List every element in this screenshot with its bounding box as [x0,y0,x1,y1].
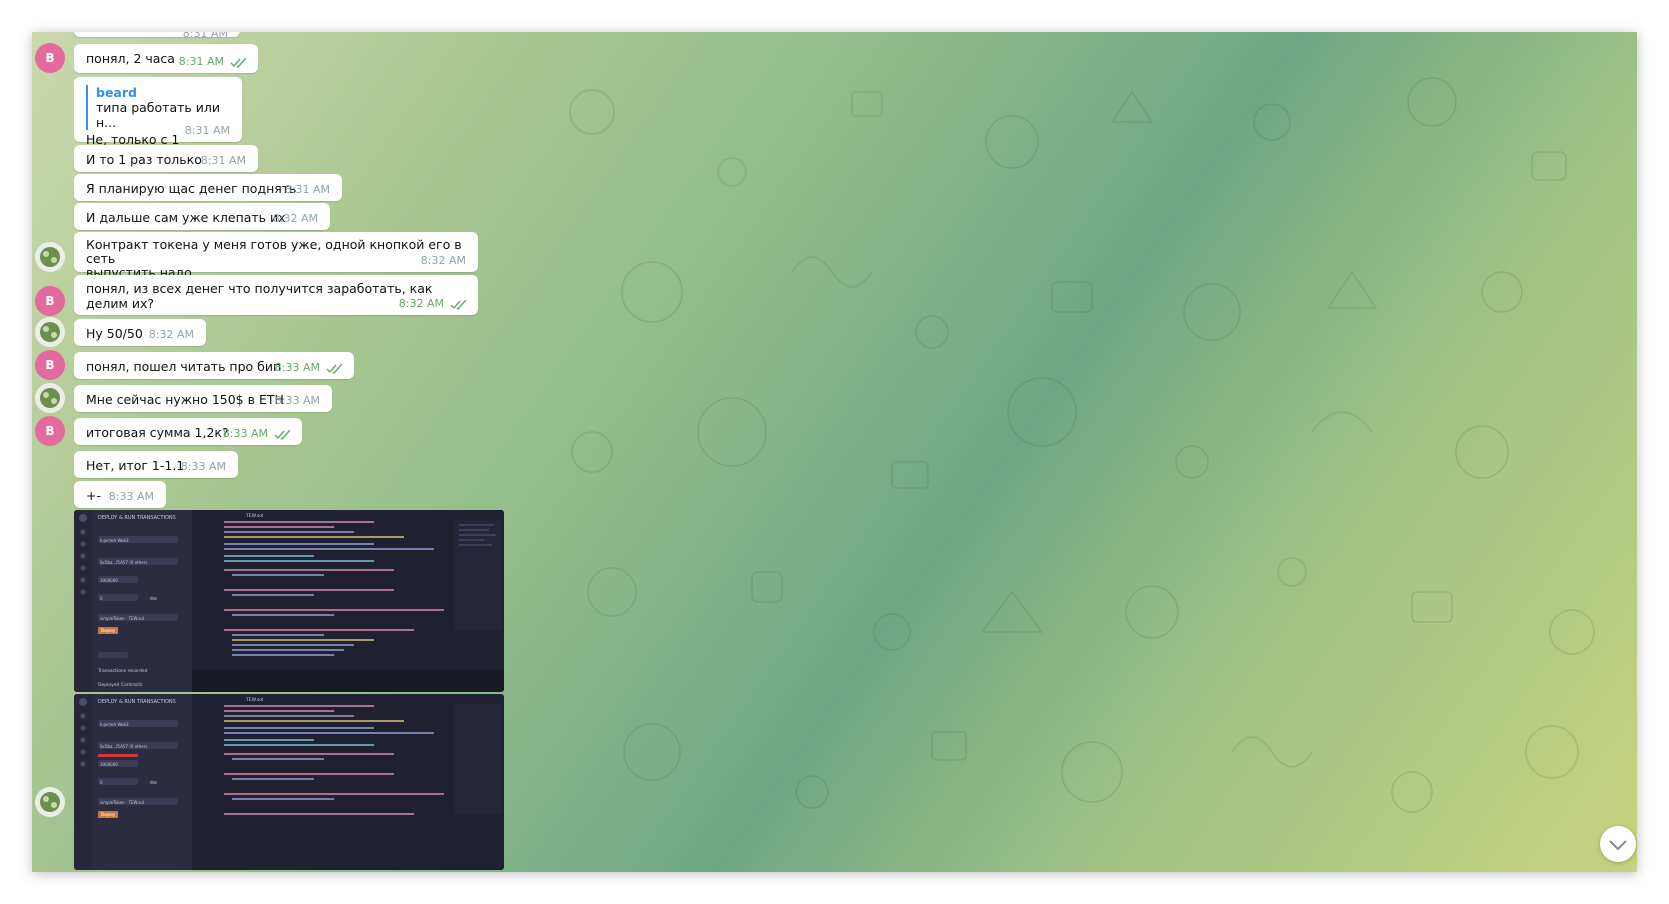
avatar[interactable] [35,317,65,347]
screenshot-gas-limit: 3000000 [100,762,118,767]
reply-author: beard [96,85,137,100]
scroll-to-bottom-button[interactable] [1600,826,1636,862]
avatar-image-icon [40,247,60,267]
message-bubble-outgoing[interactable]: понял, пошел читать про бип 8:33 AM [74,352,354,379]
screenshot-value-unit: Wei [150,596,157,601]
screenshot-transactions: Transactions recorded [97,668,148,674]
message-bubble[interactable]: Ну 50/50 8:32 AM [74,319,206,346]
screenshot-gas-limit: 3000000 [100,578,118,583]
screenshot-file-tab: TEW.sol [245,697,263,703]
message-bubble[interactable]: +- 8:33 AM [74,481,166,508]
remix-ide-screenshot: DEPLOY & RUN TRANSACTIONS Injected Web3 … [74,510,504,692]
message-bubble-outgoing[interactable]: понял, из всех денег что получится зараб… [74,275,478,315]
screenshot-environment: Injected Web3 [100,538,129,543]
message-time: 8:31 AM [200,154,246,167]
screenshot-deploy: Deploy [101,812,116,817]
screenshot-value-unit: Wei [150,780,157,785]
message-text-line-1: Контракт токена у меня готов уже, одной … [86,237,462,266]
message-time: 8:31 AM [178,55,224,68]
message-time: 8:33 AM [222,427,268,440]
message-text: итоговая сумма 1,2к? [86,425,229,440]
message-bubble-outgoing[interactable]: итоговая сумма 1,2к? 8:33 AM [74,418,302,445]
photo-attachment[interactable]: DEPLOY & RUN TRANSACTIONS Injected Web3 … [74,510,504,692]
message-text: Ну 50/50 [86,326,143,341]
avatar[interactable] [35,383,65,413]
message-text: понял, 2 часа [86,51,175,66]
message-time: 8:32 AM [398,297,444,310]
message-bubble[interactable]: И то 1 раз только 8:31 AM [74,145,258,172]
avatar[interactable]: B [35,416,65,446]
screenshot-panel-title: DEPLOY & RUN TRANSACTIONS [98,515,176,521]
message-text: +- [86,488,101,503]
screenshot-account: 0x5ba...f1A57 (0 ether) [100,744,147,749]
message-time: 8:31 AM [284,183,330,196]
message-time: 8:32 AM [420,254,466,267]
avatar[interactable]: B [35,350,65,380]
message-time: 8:32 AM [272,212,318,225]
double-check-icon [450,300,467,310]
photo-attachment[interactable]: DEPLOY & RUN TRANSACTIONS Injected Web3 … [74,694,504,870]
message-text: И дальше сам уже клепать их [86,210,286,225]
message-time: 8:33 AM [108,490,154,503]
message-text: Нет, итог 1-1.1 [86,458,185,473]
message-bubble[interactable]: И дальше сам уже клепать их 8:32 AM [74,203,330,230]
double-check-icon [326,364,343,374]
message-text: понял, из всех денег что получится зараб… [86,281,433,311]
message-time: 8:32 AM [148,328,194,341]
message-bubble[interactable]: Я планирую щас денег поднять 8:31 AM [74,174,342,201]
message-time: 8:33 AM [274,361,320,374]
chevron-down-icon [1609,840,1627,851]
screenshot-contract: simpleToken - TEW.sol [100,800,144,805]
screenshot-deployed: Deployed Contracts [98,682,143,688]
screenshot-account: 0x5ba...f1A57 (0 ether) [100,560,147,565]
screenshot-environment: Injected Web3 [100,722,129,727]
double-check-icon [230,58,247,68]
avatar[interactable] [35,242,65,272]
message-text: понял, пошел читать про бип [86,359,282,374]
message-time: 8:33 AM [180,460,226,473]
avatar[interactable] [35,787,65,817]
message-bubble[interactable]: Нет, итог 1-1.1 8:33 AM [74,451,238,478]
avatar-image-icon [40,792,60,812]
message-bubble[interactable]: beard типа работать или н... Не, только … [74,77,242,147]
message-bubble-outgoing[interactable]: понял, 2 часа 8:31 AM [74,44,258,73]
screenshot-deploy: Deploy [101,628,116,633]
avatar-image-icon [40,322,60,342]
remix-ide-screenshot: DEPLOY & RUN TRANSACTIONS Injected Web3 … [74,694,504,870]
message-time: 8:31 AM [184,124,230,137]
screenshot-file-tab: TEW.sol [245,513,263,519]
screenshot-panel-title: DEPLOY & RUN TRANSACTIONS [98,699,176,705]
screenshot-contract: simpleToken - TEW.sol [100,616,144,621]
double-check-icon [274,430,291,440]
avatar[interactable]: B [35,43,65,73]
message-bubble[interactable]: Мне сейчас нужно 150$ в ETH 8:33 AM [74,385,332,412]
message-text: Я планирую щас денег поднять [86,181,297,196]
message-time: 8:33 AM [274,394,320,407]
avatar-image-icon [40,388,60,408]
message-bubble[interactable]: 8:31 AM [74,32,240,40]
message-text: И то 1 раз только [86,152,202,167]
chat-window: 8:31 AM B понял, 2 часа 8:31 AM beard ти… [32,32,1637,872]
message-bubble[interactable]: Контракт токена у меня готов уже, одной … [74,232,478,280]
message-text: Мне сейчас нужно 150$ в ETH [86,392,284,407]
avatar[interactable]: B [35,286,65,316]
